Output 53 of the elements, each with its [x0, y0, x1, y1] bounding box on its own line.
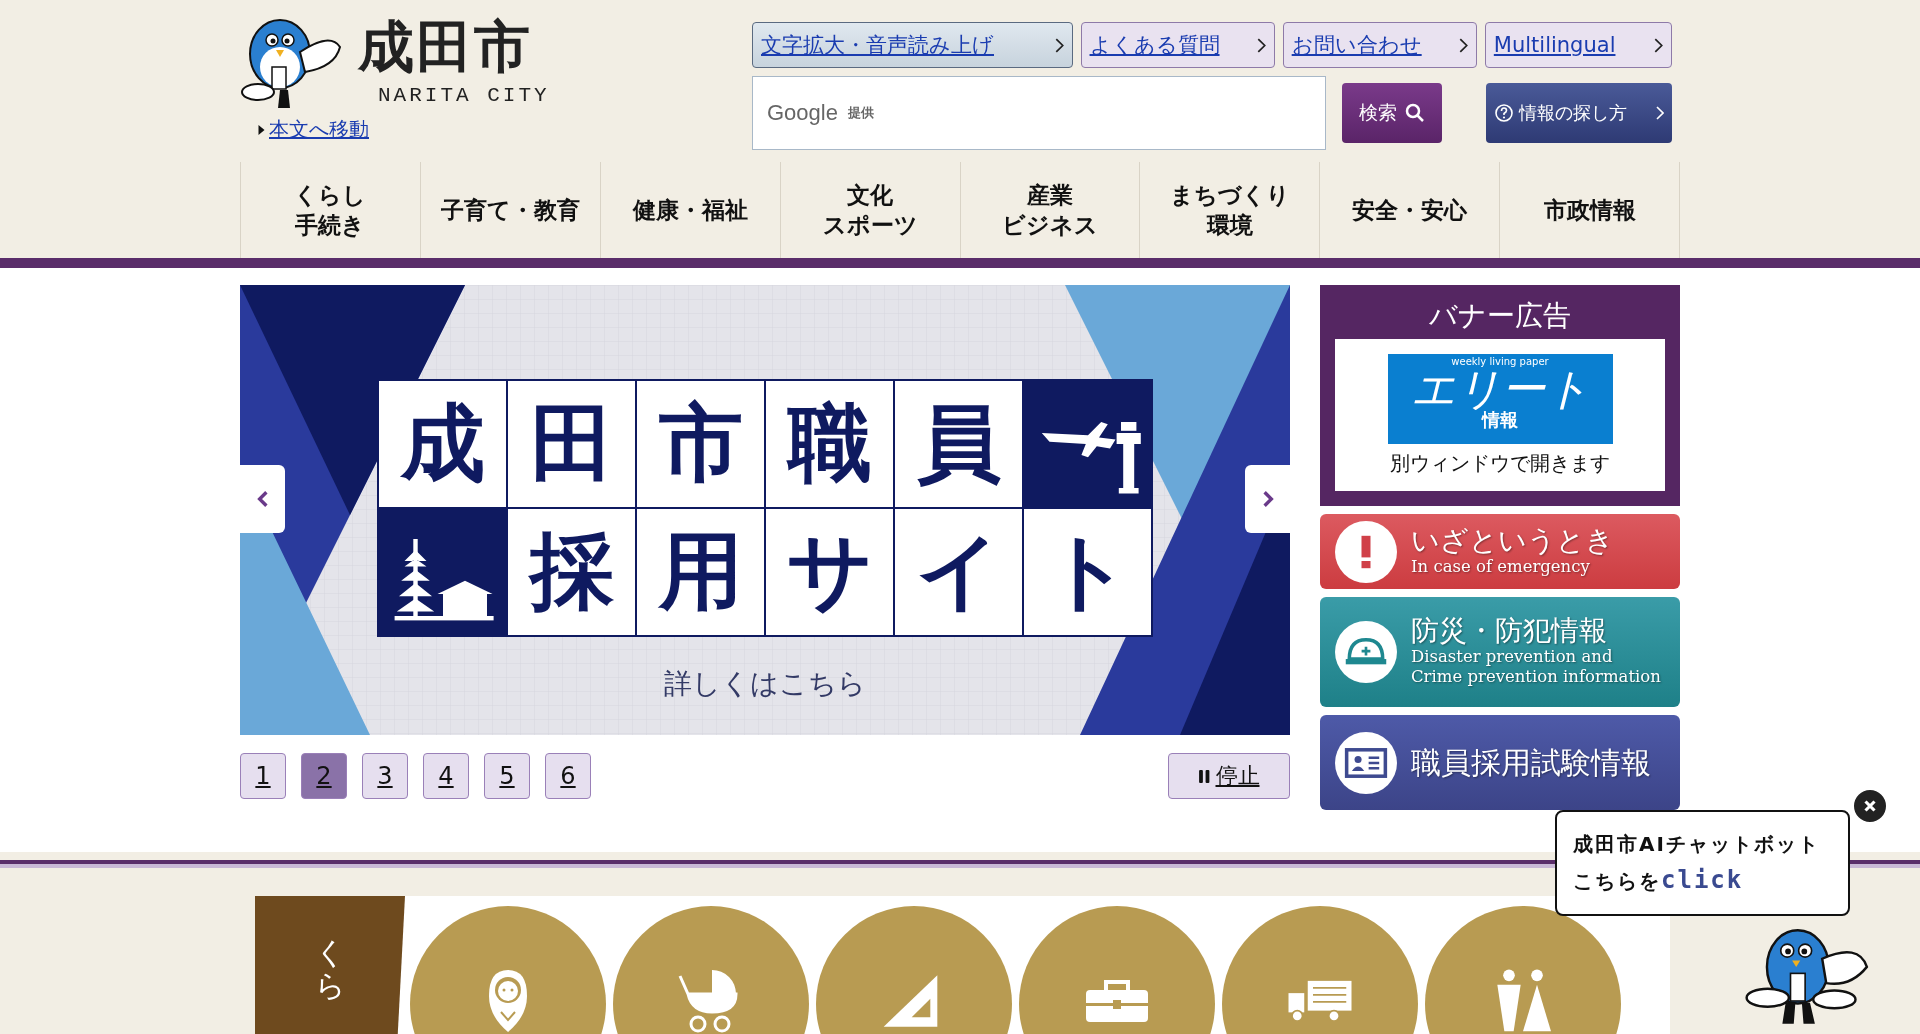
- quick-link-button[interactable]: 防災・防犯情報 Disaster prevention and Crime prevention information: [1320, 597, 1680, 707]
- search-icon: [1405, 103, 1425, 123]
- chevron-left-icon: [256, 490, 269, 508]
- banner-tile: 員: [895, 381, 1022, 507]
- chevron-right-icon: [1654, 37, 1663, 53]
- banner-tile: 職: [766, 381, 893, 507]
- banner-tile: サ: [766, 509, 893, 635]
- chevron-right-icon: [1458, 37, 1468, 53]
- previous-slide-button[interactable]: [240, 465, 285, 533]
- banner-caption: 詳しくはこちら: [663, 666, 867, 702]
- banner-tile: 市: [637, 381, 764, 507]
- slide-page-button[interactable]: 6: [545, 753, 591, 799]
- slide-page-button[interactable]: 5: [484, 753, 530, 799]
- slide-page-button[interactable]: 4: [423, 753, 469, 799]
- chevron-right-icon: [1256, 37, 1266, 53]
- guide-button[interactable]: 情報の探し方: [1486, 83, 1672, 143]
- quick-link-button[interactable]: いざというとき In case of emergency: [1320, 514, 1680, 589]
- chevron-right-icon: [1261, 490, 1274, 508]
- triangle-icon: [258, 124, 265, 135]
- new-window-note: 別ウィンドウで開きます: [1390, 450, 1610, 477]
- chevron-right-icon: [1054, 37, 1064, 53]
- category-heading: くら: [255, 896, 405, 1034]
- banner-tile: 用: [637, 509, 764, 635]
- banner-tile: 成: [379, 381, 506, 507]
- banner-ad-heading: バナー広告: [1428, 298, 1572, 334]
- top-link[interactable]: よくある質問: [1080, 22, 1275, 68]
- chatbot-speech-bubble[interactable]: 成田市AIチャットボット こちらを click: [1555, 810, 1850, 916]
- banner-tile: イ: [895, 509, 1022, 635]
- newspaper-ad-banner[interactable]: weekly living paper エリート 情報: [1387, 354, 1613, 444]
- chatbot-title: 成田市AIチャットボット: [1573, 831, 1821, 858]
- banner-tile: ト: [1024, 509, 1151, 635]
- banner-tile: 田: [508, 381, 635, 507]
- recruitment-banner[interactable]: 成 田 市 職 員 採 用 サ イ ト 詳しくはこちら: [240, 285, 1290, 735]
- pause-button[interactable]: 停止: [1168, 753, 1290, 799]
- site-logo-subtitle: NARITA CITY: [378, 83, 550, 107]
- skip-link[interactable]: 本文へ移動: [269, 116, 369, 143]
- chatbot-prompt: こちらを click: [1573, 866, 1745, 895]
- pause-icon: [1198, 769, 1210, 783]
- top-link[interactable]: 文字拡大・音声読み上げ: [752, 22, 1073, 68]
- quick-link-button[interactable]: 職員採用試験情報: [1320, 715, 1680, 810]
- id-card-icon: [1344, 746, 1388, 779]
- banner-tile: 採: [508, 509, 635, 635]
- chevron-right-icon: [1656, 106, 1664, 120]
- question-mark-icon: [1494, 103, 1514, 123]
- search-button[interactable]: 検索: [1342, 83, 1442, 143]
- slide-page-button[interactable]: 1: [240, 753, 286, 799]
- top-link[interactable]: お問い合わせ: [1282, 22, 1477, 68]
- search-field[interactable]: Google 提供: [752, 76, 1326, 150]
- site-logo-title[interactable]: 成田市: [358, 17, 550, 74]
- slide-page-button[interactable]: 2: [301, 753, 347, 799]
- top-link[interactable]: Multilingual: [1484, 22, 1672, 68]
- slide-page-button[interactable]: 3: [362, 753, 408, 799]
- next-slide-button[interactable]: [1245, 465, 1290, 533]
